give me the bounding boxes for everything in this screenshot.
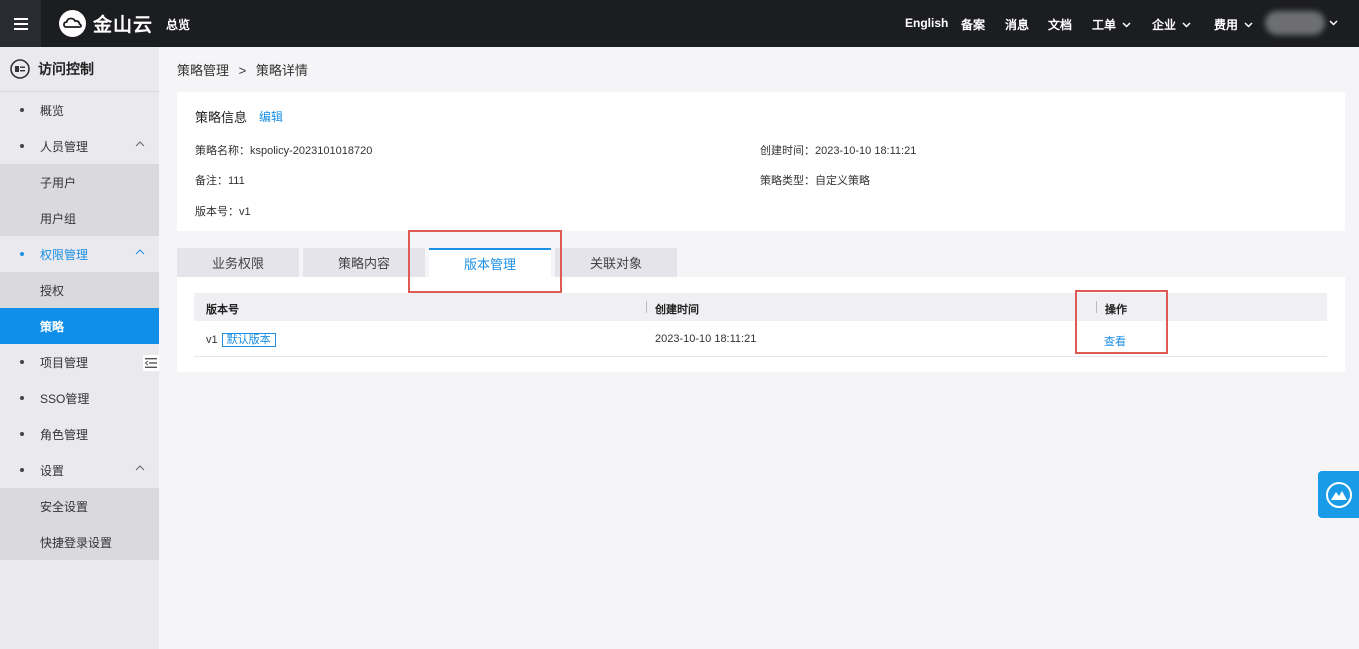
sidebar-collapse-button[interactable] (143, 355, 159, 371)
chevron-up-icon (135, 249, 145, 255)
account-chevron-down-icon[interactable] (1329, 20, 1338, 26)
nav-billing-label: 费用 (1214, 18, 1239, 32)
nav-billing[interactable]: 费用 (1214, 16, 1253, 33)
sidebar-item-subusers[interactable]: 子用户 (0, 164, 159, 200)
sidebar-item-people[interactable]: 人员管理 (0, 128, 159, 164)
brand-logo[interactable]: 金山云 (58, 9, 153, 38)
sidebar-item-label: 概览 (40, 103, 65, 118)
sidebar-item-settings[interactable]: 设置 (0, 452, 159, 488)
sidebar-item-label: 安全设置 (40, 499, 89, 514)
sidebar-item-label: SSO管理 (40, 391, 90, 406)
nav-messages[interactable]: 消息 (1005, 16, 1029, 33)
chevron-up-icon (135, 465, 145, 471)
tab-policy-content[interactable]: 策略内容 (303, 248, 425, 277)
version-cell: v1 默认版本 (206, 333, 276, 347)
hamburger-menu-button[interactable] (0, 0, 41, 47)
sidebar-item-policies[interactable]: 策略 (0, 308, 159, 344)
version-value: v1 (206, 334, 218, 346)
nav-filing[interactable]: 备案 (961, 16, 985, 33)
sidebar-item-label: 策略 (40, 319, 65, 334)
sidebar-item-label: 子用户 (40, 175, 77, 190)
mountain-cloud-icon (1325, 481, 1352, 508)
default-version-badge: 默认版本 (221, 333, 276, 347)
breadcrumb-parent-link[interactable]: 策略管理 (177, 63, 229, 78)
chevron-down-icon (1244, 21, 1253, 28)
sidebar-item-label: 人员管理 (40, 139, 89, 154)
sidebar-item-roles[interactable]: 角色管理 (0, 416, 159, 452)
sidebar-item-label: 快捷登录设置 (40, 535, 113, 550)
nav-docs[interactable]: 文档 (1048, 16, 1072, 33)
edit-link[interactable]: 编辑 (259, 108, 283, 125)
bullet-icon (20, 252, 24, 256)
sidebar-item-security-settings[interactable]: 安全设置 (0, 488, 159, 524)
breadcrumb-current: 策略详情 (255, 63, 308, 78)
policy-info-title: 策略信息 (195, 110, 248, 125)
sidebar-item-projects[interactable]: 项目管理 (0, 344, 159, 380)
highlight-box-version-tab (408, 230, 562, 293)
sidebar-item-sso[interactable]: SSO管理 (0, 380, 159, 416)
policy-info-card: 策略信息 编辑 策略名称：kspolicy-2023101018720 创建时间… (177, 92, 1345, 231)
tab-associated-objects[interactable]: 关联对象 (555, 248, 677, 277)
sidebar-item-label: 设置 (40, 463, 65, 478)
column-divider (646, 301, 647, 313)
sidebar: 访问控制 概览 人员管理 子用户 用户组 权限管理 授权 策略 项目管理 SSO… (0, 47, 159, 649)
nav-tickets-label: 工单 (1092, 18, 1117, 32)
sidebar-item-permissions[interactable]: 权限管理 (0, 236, 159, 272)
sidebar-item-overview[interactable]: 概览 (0, 92, 159, 128)
sidebar-item-label: 用户组 (40, 211, 77, 226)
user-account-blurred[interactable] (1265, 11, 1325, 35)
breadcrumb: 策略管理 > 策略详情 (177, 60, 314, 79)
policy-version: 版本号：v1 (195, 206, 251, 218)
created-time-cell: 2023-10-10 18:11:21 (655, 333, 757, 345)
nav-overview[interactable]: 总览 (166, 16, 190, 33)
policy-remark: 备注：111 (195, 175, 245, 187)
tab-business-permissions[interactable]: 业务权限 (177, 248, 299, 277)
brand-name: 金山云 (93, 15, 154, 36)
sidebar-item-authorization[interactable]: 授权 (0, 272, 159, 308)
sidebar-header: 访问控制 (0, 47, 159, 92)
column-header-created: 创建时间 (655, 304, 699, 316)
sidebar-item-label: 权限管理 (40, 247, 89, 262)
highlight-box-action-column (1075, 290, 1168, 354)
hamburger-icon (13, 17, 28, 30)
column-header-version: 版本号 (206, 304, 239, 316)
sidebar-item-label: 授权 (40, 283, 65, 298)
sidebar-item-label: 项目管理 (40, 355, 89, 370)
breadcrumb-separator: > (238, 63, 247, 78)
bullet-icon (20, 432, 24, 436)
top-bar: 金山云 总览 English 备案 消息 文档 工单 企业 费用 (0, 0, 1359, 47)
policy-name: 策略名称：kspolicy-2023101018720 (195, 145, 373, 157)
cloud-logo-icon (59, 10, 86, 37)
sidebar-item-label: 角色管理 (40, 427, 89, 442)
sidebar-title: 访问控制 (38, 61, 94, 77)
bullet-icon (20, 468, 24, 472)
nav-english[interactable]: English (905, 16, 948, 30)
bullet-icon (20, 360, 24, 364)
bullet-icon (20, 108, 24, 112)
chevron-down-icon (1182, 21, 1191, 28)
sidebar-item-quick-login[interactable]: 快捷登录设置 (0, 524, 159, 560)
bullet-icon (20, 396, 24, 400)
bullet-icon (20, 144, 24, 148)
sidebar-item-user-groups[interactable]: 用户组 (0, 200, 159, 236)
floating-assistant-button[interactable] (1318, 471, 1359, 518)
policy-created-time: 创建时间：2023-10-10 18:11:21 (760, 145, 917, 157)
policy-type: 策略类型：自定义策略 (760, 175, 870, 187)
nav-enterprise[interactable]: 企业 (1152, 16, 1191, 33)
version-table-card: 版本号 创建时间 操作 v1 默认版本 2023-10-10 18:11:21 查… (177, 277, 1345, 372)
chevron-down-icon (1122, 21, 1131, 28)
nav-tickets[interactable]: 工单 (1092, 16, 1131, 33)
id-card-icon (10, 59, 30, 79)
chevron-up-icon (135, 141, 145, 147)
collapse-icon (145, 358, 157, 368)
nav-enterprise-label: 企业 (1152, 18, 1177, 32)
